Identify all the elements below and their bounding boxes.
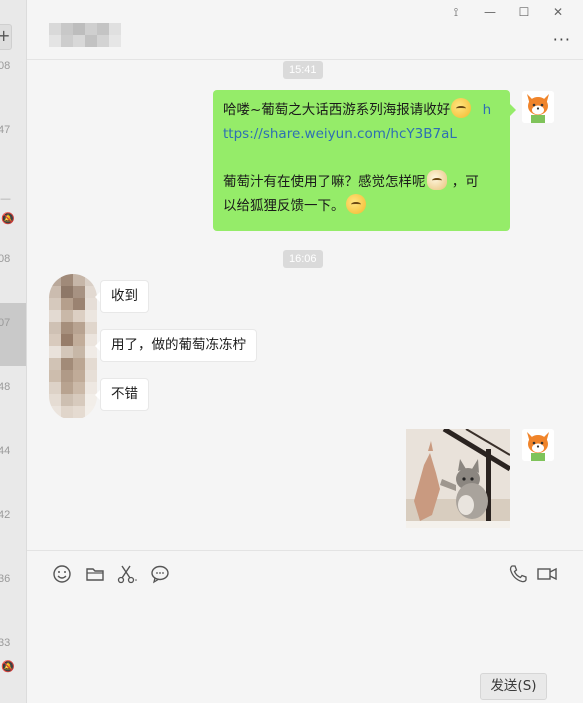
conversation-time: 42 xyxy=(0,509,11,521)
cat-photo-illustration xyxy=(406,429,510,528)
contact-avatar-blurred[interactable] xyxy=(49,274,97,420)
folder-icon[interactable] xyxy=(84,563,106,585)
conversation-time: 44 xyxy=(0,445,11,457)
more-options-icon[interactable]: ··· xyxy=(553,30,571,49)
message-line: ttps://share.weiyun.com/hcY3B7aL xyxy=(223,122,500,146)
conversation-list-edge: + 08 47 — 🔕 08 07 48 44 42 36 33 🔕 xyxy=(0,0,27,703)
window-controls: ⟟ — ☐ ✕ xyxy=(439,3,575,21)
conversation-time: 36 xyxy=(0,573,11,585)
message-line: 哈喽~葡萄之大话西游系列海报请收好 h xyxy=(223,98,500,122)
my-avatar[interactable] xyxy=(522,429,554,461)
thinking-emoji-icon xyxy=(345,194,366,214)
send-button[interactable]: 发送(S) xyxy=(480,673,547,700)
message-list[interactable]: 15:41 哈喽~葡萄之大话西游系列海报请收好 h ttps://share.w… xyxy=(27,60,583,550)
chat-history-icon[interactable] xyxy=(149,563,171,585)
add-button[interactable]: + xyxy=(0,24,12,50)
incoming-message[interactable]: 用了，做的葡萄冻冻柠 xyxy=(95,329,257,362)
sent-image-cat-high-five[interactable] xyxy=(406,429,510,528)
message-input-area[interactable]: 发送(S) xyxy=(27,550,583,703)
pin-icon[interactable]: ⟟ xyxy=(439,3,473,21)
fox-avatar-icon xyxy=(522,429,554,461)
mute-icon: 🔕 xyxy=(1,660,15,673)
share-link[interactable]: ttps://share.weiyun.com/hcY3B7aL xyxy=(223,126,457,142)
timestamp: 16:06 xyxy=(283,250,323,268)
doge-emoji-icon xyxy=(426,170,447,190)
share-link-start[interactable]: h xyxy=(483,102,492,118)
conversation-time: 08 xyxy=(0,60,11,72)
conversation-time: 48 xyxy=(0,381,11,393)
timestamp: 15:41 xyxy=(283,61,323,79)
message-text: 以给狐狸反馈一下。 xyxy=(223,198,345,214)
chat-title-blurred xyxy=(49,23,121,47)
conversation-time: 47 xyxy=(0,124,11,136)
phone-icon[interactable] xyxy=(507,563,529,585)
conversation-time: 08 xyxy=(0,253,11,265)
video-icon[interactable] xyxy=(536,563,558,585)
message-text: ，可 xyxy=(451,174,479,190)
thinking-emoji-icon xyxy=(451,98,472,118)
conversation-time: 33 xyxy=(0,637,11,649)
my-avatar[interactable] xyxy=(522,91,554,123)
scissors-icon[interactable] xyxy=(116,563,138,585)
selected-conversation-highlight xyxy=(0,303,26,366)
conversation-preview-fragment: — xyxy=(0,192,11,205)
message-text: 哈喽~葡萄之大话西游系列海报请收好 xyxy=(223,102,451,118)
emoji-icon[interactable] xyxy=(51,563,73,585)
incoming-message[interactable]: 不错 xyxy=(95,378,149,411)
mute-icon: 🔕 xyxy=(1,212,15,225)
message-line: 以给狐狸反馈一下。 xyxy=(223,194,500,218)
message-text: 葡萄汁有在使用了嘛？感觉怎样呢 xyxy=(223,174,426,190)
conversation-time: 07 xyxy=(0,317,11,329)
close-button[interactable]: ✕ xyxy=(541,3,575,21)
minimize-button[interactable]: — xyxy=(473,3,507,21)
incoming-message[interactable]: 收到 xyxy=(95,280,149,313)
chat-header: ⟟ — ☐ ✕ ··· xyxy=(27,0,583,60)
fox-avatar-icon xyxy=(522,91,554,123)
maximize-button[interactable]: ☐ xyxy=(507,3,541,21)
outgoing-message[interactable]: 哈喽~葡萄之大话西游系列海报请收好 h ttps://share.weiyun.… xyxy=(213,90,516,231)
message-line: 葡萄汁有在使用了嘛？感觉怎样呢 ，可 xyxy=(223,170,500,194)
